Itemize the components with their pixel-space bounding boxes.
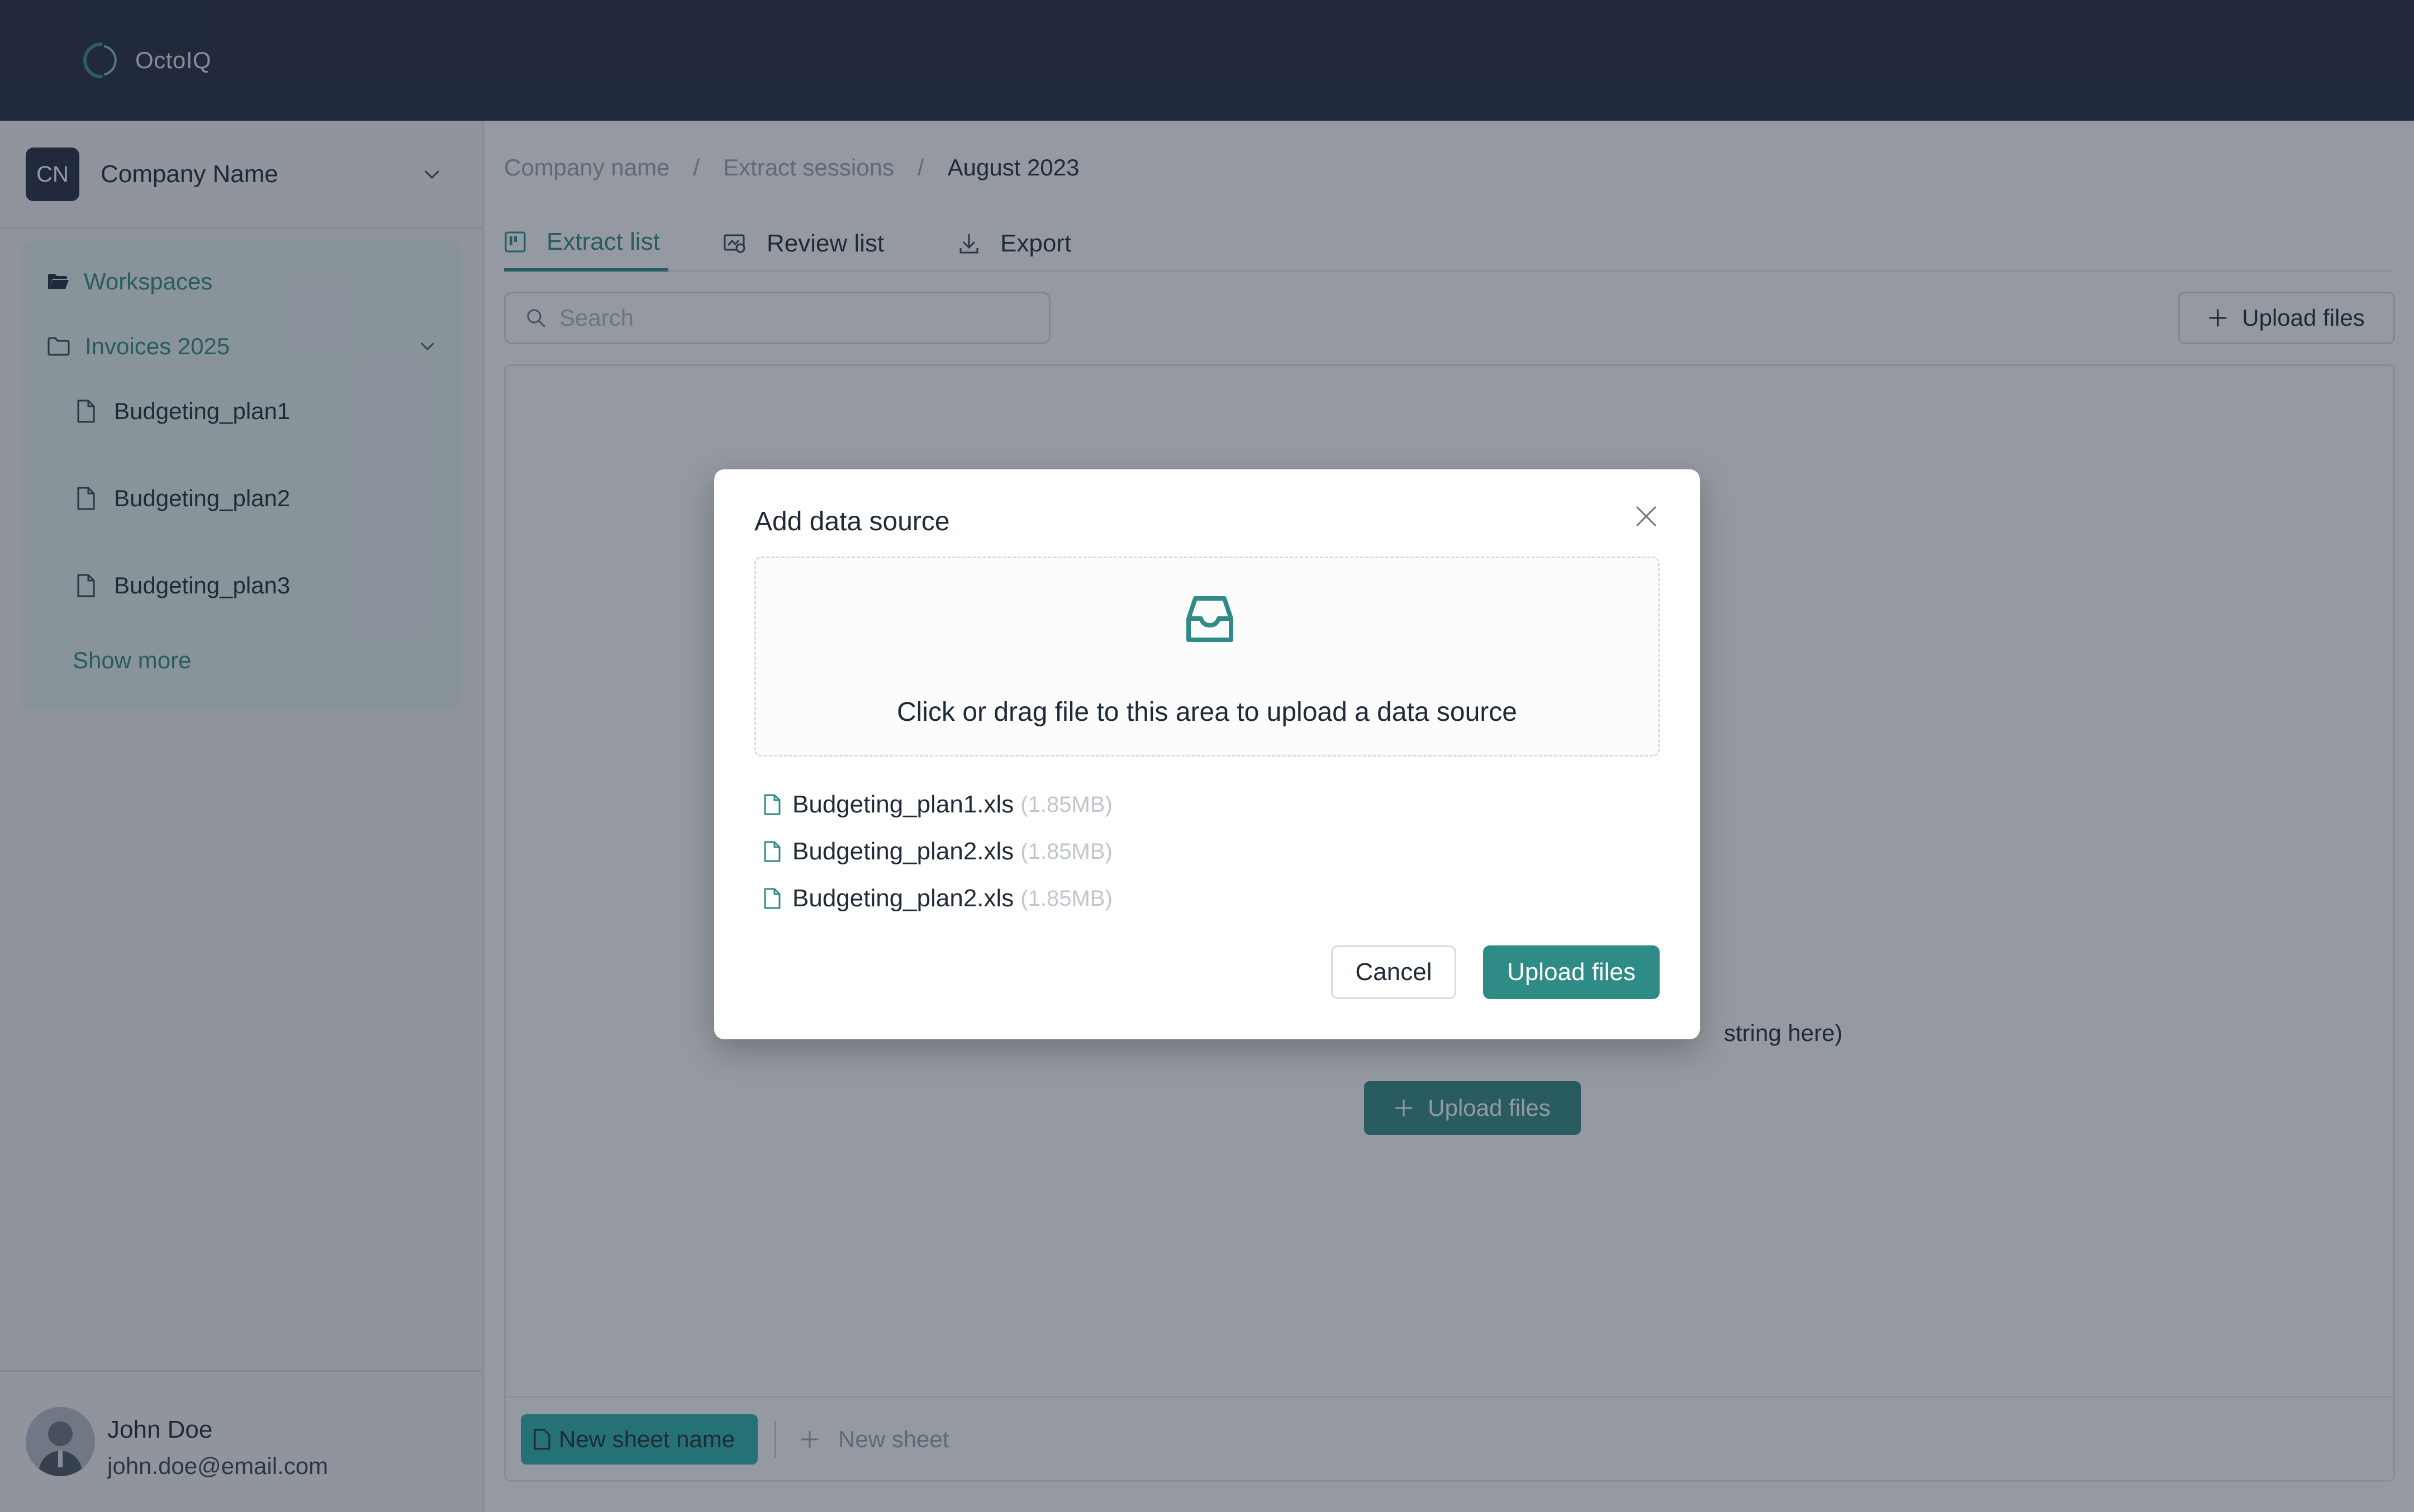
upload-file-item: Budgeting_plan1.xls (1.85MB): [763, 787, 1113, 822]
upload-file-item: Budgeting_plan2.xls (1.85MB): [763, 834, 1113, 869]
upload-file-name: Budgeting_plan2.xls: [792, 838, 1014, 865]
close-icon: [1636, 506, 1656, 526]
inbox-icon: [1186, 596, 1233, 642]
upload-file-name: Budgeting_plan1.xls: [792, 791, 1014, 818]
modal-title: Add data source: [754, 507, 950, 536]
dropzone-text: Click or drag file to this area to uploa…: [897, 697, 1517, 727]
upload-file-item: Budgeting_plan2.xls (1.85MB): [763, 881, 1113, 916]
file-icon: [764, 794, 781, 815]
file-dropzone[interactable]: Click or drag file to this area to uploa…: [754, 557, 1660, 757]
upload-file-name: Budgeting_plan2.xls: [792, 885, 1014, 912]
add-data-source-modal: Add data source Click or drag file to th…: [714, 469, 1700, 1039]
file-icon: [764, 841, 781, 862]
file-icon: [764, 888, 781, 909]
upload-file-size: (1.85MB): [1020, 839, 1113, 864]
confirm-upload-button[interactable]: Upload files: [1483, 945, 1660, 999]
app-root: OctoIQ CN Company Name Workspaces Invoic…: [0, 0, 2414, 1512]
cancel-button[interactable]: Cancel: [1331, 945, 1456, 999]
upload-file-size: (1.85MB): [1020, 792, 1113, 817]
upload-file-size: (1.85MB): [1020, 886, 1113, 911]
close-button[interactable]: [1632, 502, 1661, 531]
